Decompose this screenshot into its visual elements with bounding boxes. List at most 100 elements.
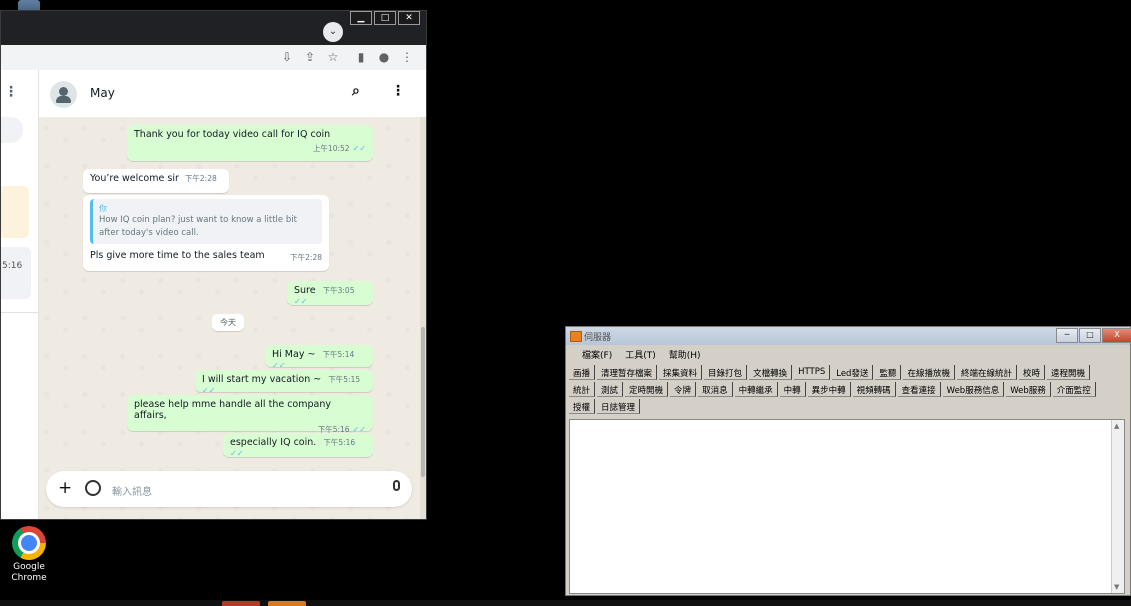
tool-button[interactable]: 校時	[1019, 365, 1046, 380]
install-icon[interactable]: ⇩	[279, 49, 295, 65]
close-button[interactable]: ✕	[398, 11, 420, 25]
shortcut-label-line1: Google	[13, 562, 45, 572]
tool-button[interactable]: 令牌	[670, 382, 697, 397]
tool-button[interactable]: 視頻轉碼	[852, 382, 896, 397]
sidepanel-icon[interactable]: ▮	[353, 49, 369, 65]
tool-button[interactable]: 中轉繼承	[734, 382, 778, 397]
tool-button[interactable]: 取消息	[698, 382, 733, 397]
avatar[interactable]	[50, 81, 77, 108]
message-bubble-out[interactable]: please help mme handle all the company a…	[127, 395, 373, 434]
message-input[interactable]: 輸入訊息	[112, 483, 152, 498]
message-text: especially IQ coin.	[230, 437, 317, 448]
scroll-up-icon[interactable]: ▲	[1114, 422, 1119, 430]
menu-help[interactable]: 幫助(H)	[669, 345, 708, 364]
message-bubble-in[interactable]: You’re welcome sir 下午2:28	[83, 169, 229, 193]
maximize-button[interactable]: □	[1079, 328, 1101, 343]
message-bubble-out[interactable]: Sure 下午3:05 ✓✓	[287, 281, 373, 306]
contact-name[interactable]: May	[90, 86, 115, 100]
attach-plus-icon[interactable]: +	[58, 478, 72, 498]
sticker-icon[interactable]	[85, 480, 101, 496]
minimize-button[interactable]: ▁	[350, 11, 372, 25]
close-button[interactable]: X	[1102, 328, 1131, 343]
log-output-area[interactable]: ▲ ▼	[569, 419, 1125, 594]
message-text: You’re welcome sir	[90, 173, 179, 184]
message-bubble-out[interactable]: especially IQ coin. 下午5:16 ✓✓	[223, 433, 373, 458]
message-time: 下午3:05	[322, 286, 355, 295]
message-bubble-out[interactable]: I will start my vacation ~ 下午5:15 ✓✓	[195, 370, 373, 395]
message-text: Thank you for today video call for IQ co…	[134, 129, 331, 140]
message-time: 下午5:14	[322, 350, 355, 359]
tool-button[interactable]: 目錄打包	[704, 365, 748, 380]
tool-button[interactable]: Led發送	[832, 365, 874, 380]
sidebar-search[interactable]	[1, 117, 23, 143]
scroll-down-icon[interactable]: ▼	[1114, 583, 1119, 591]
menu-file[interactable]: 檔案(F)	[582, 345, 619, 364]
maximize-button[interactable]: □	[374, 11, 396, 25]
share-icon[interactable]: ⇪	[302, 49, 318, 65]
tool-button[interactable]: 查看連接	[897, 382, 941, 397]
tool-button[interactable]: 中轉	[779, 382, 806, 397]
menu-tools[interactable]: 工具(T)	[625, 345, 663, 364]
menu-icon[interactable]: ⋮	[399, 49, 415, 65]
tool-button[interactable]: 終端在線統計	[956, 365, 1017, 380]
tool-button[interactable]: 介面監控	[1052, 382, 1096, 397]
chat-item-time: 5:16	[2, 261, 23, 271]
taskbar-app[interactable]	[268, 601, 306, 606]
tab-search-icon[interactable]: ⌄	[323, 22, 343, 42]
sidebar-menu-icon[interactable]: ⋮	[4, 84, 18, 100]
quoted-author: 你	[99, 204, 107, 213]
message-text: I will start my vacation ~	[202, 374, 322, 385]
title-bar[interactable]: 伺服器 ─ □ X	[566, 327, 1131, 345]
message-time: 下午2:28	[184, 174, 217, 183]
scroll-thumb[interactable]	[421, 327, 425, 477]
window-controls: ▁ □ ✕	[348, 11, 420, 25]
title-bar[interactable]: ⌄ ▁ □ ✕	[1, 11, 426, 45]
tool-button[interactable]: 統計	[569, 382, 596, 397]
chat-list-item[interactable]	[1, 186, 29, 238]
chat-list-sidebar: ⋮ 5:16	[1, 70, 39, 519]
tool-button[interactable]: HTTPS	[794, 365, 831, 380]
message-time: 下午2:28	[290, 253, 322, 262]
message-scrollbar[interactable]	[420, 117, 426, 519]
tool-button[interactable]: Web服務信息	[942, 382, 1005, 397]
message-pane[interactable]: Thank you for today video call for IQ co…	[39, 117, 420, 519]
message-text: Sure	[294, 285, 316, 296]
taskbar	[0, 600, 1131, 606]
chat-menu-icon[interactable]: ⋮	[391, 83, 405, 99]
tool-button[interactable]: 定時開機	[625, 382, 669, 397]
tool-button[interactable]: 異步中轉	[807, 382, 851, 397]
quoted-message[interactable]: 你 How IQ coin plan? just want to know a …	[90, 199, 322, 244]
tool-button[interactable]: 測試	[597, 382, 624, 397]
message-bubble-in-reply[interactable]: 你 How IQ coin plan? just want to know a …	[83, 195, 329, 271]
chat-header[interactable]: May ⌕ ⋮	[39, 70, 426, 118]
tool-button[interactable]: Web服務	[1006, 382, 1051, 397]
microphone-icon[interactable]	[393, 480, 400, 491]
search-icon[interactable]: ⌕	[352, 83, 360, 99]
tool-button[interactable]: 清理暂存檔案	[597, 365, 658, 380]
menu-bar: 檔案(F) 工具(T) 幫助(H)	[566, 345, 1130, 364]
chrome-window: ⌄ ▁ □ ✕ ⇩ ⇪ ☆ ▮ ● ⋮ ⋮ 5:16 May ⌕ ⋮ Thank…	[0, 10, 427, 520]
vertical-scrollbar[interactable]: ▲ ▼	[1111, 420, 1124, 593]
window-controls: ─ □ X	[1055, 328, 1131, 343]
tool-button[interactable]: 採集資料	[659, 365, 703, 380]
message-time: 上午10:52	[312, 144, 350, 153]
tool-button[interactable]: 画播	[569, 365, 596, 380]
profile-icon[interactable]: ●	[376, 49, 392, 65]
date-divider: 今天	[212, 314, 244, 331]
read-receipt-icon: ✓✓	[294, 297, 308, 306]
chat-list-item[interactable]	[1, 247, 31, 299]
button-row-1: 画播 清理暂存檔案 採集資料 目錄打包 文檔轉換 HTTPS Led發送 監聽 …	[569, 365, 1129, 382]
minimize-button[interactable]: ─	[1056, 328, 1078, 343]
tool-button[interactable]: 在線播放機	[903, 365, 955, 380]
star-icon[interactable]: ☆	[325, 49, 341, 65]
tool-button[interactable]: 授權	[569, 399, 596, 414]
tool-button[interactable]: 日誌管理	[597, 399, 641, 414]
message-bubble-out[interactable]: Thank you for today video call for IQ co…	[127, 125, 373, 161]
tool-button[interactable]: 遠程開機	[1047, 365, 1091, 380]
taskbar-app[interactable]	[222, 601, 260, 606]
message-bubble-out[interactable]: Hi May ~ 下午5:14 ✓✓	[265, 345, 373, 370]
tool-button[interactable]: 監聽	[875, 365, 902, 380]
desktop-shortcut-chrome[interactable]: Google Chrome	[4, 526, 54, 584]
tool-button[interactable]: 文檔轉換	[749, 365, 793, 380]
message-time: 下午5:16	[323, 438, 356, 447]
